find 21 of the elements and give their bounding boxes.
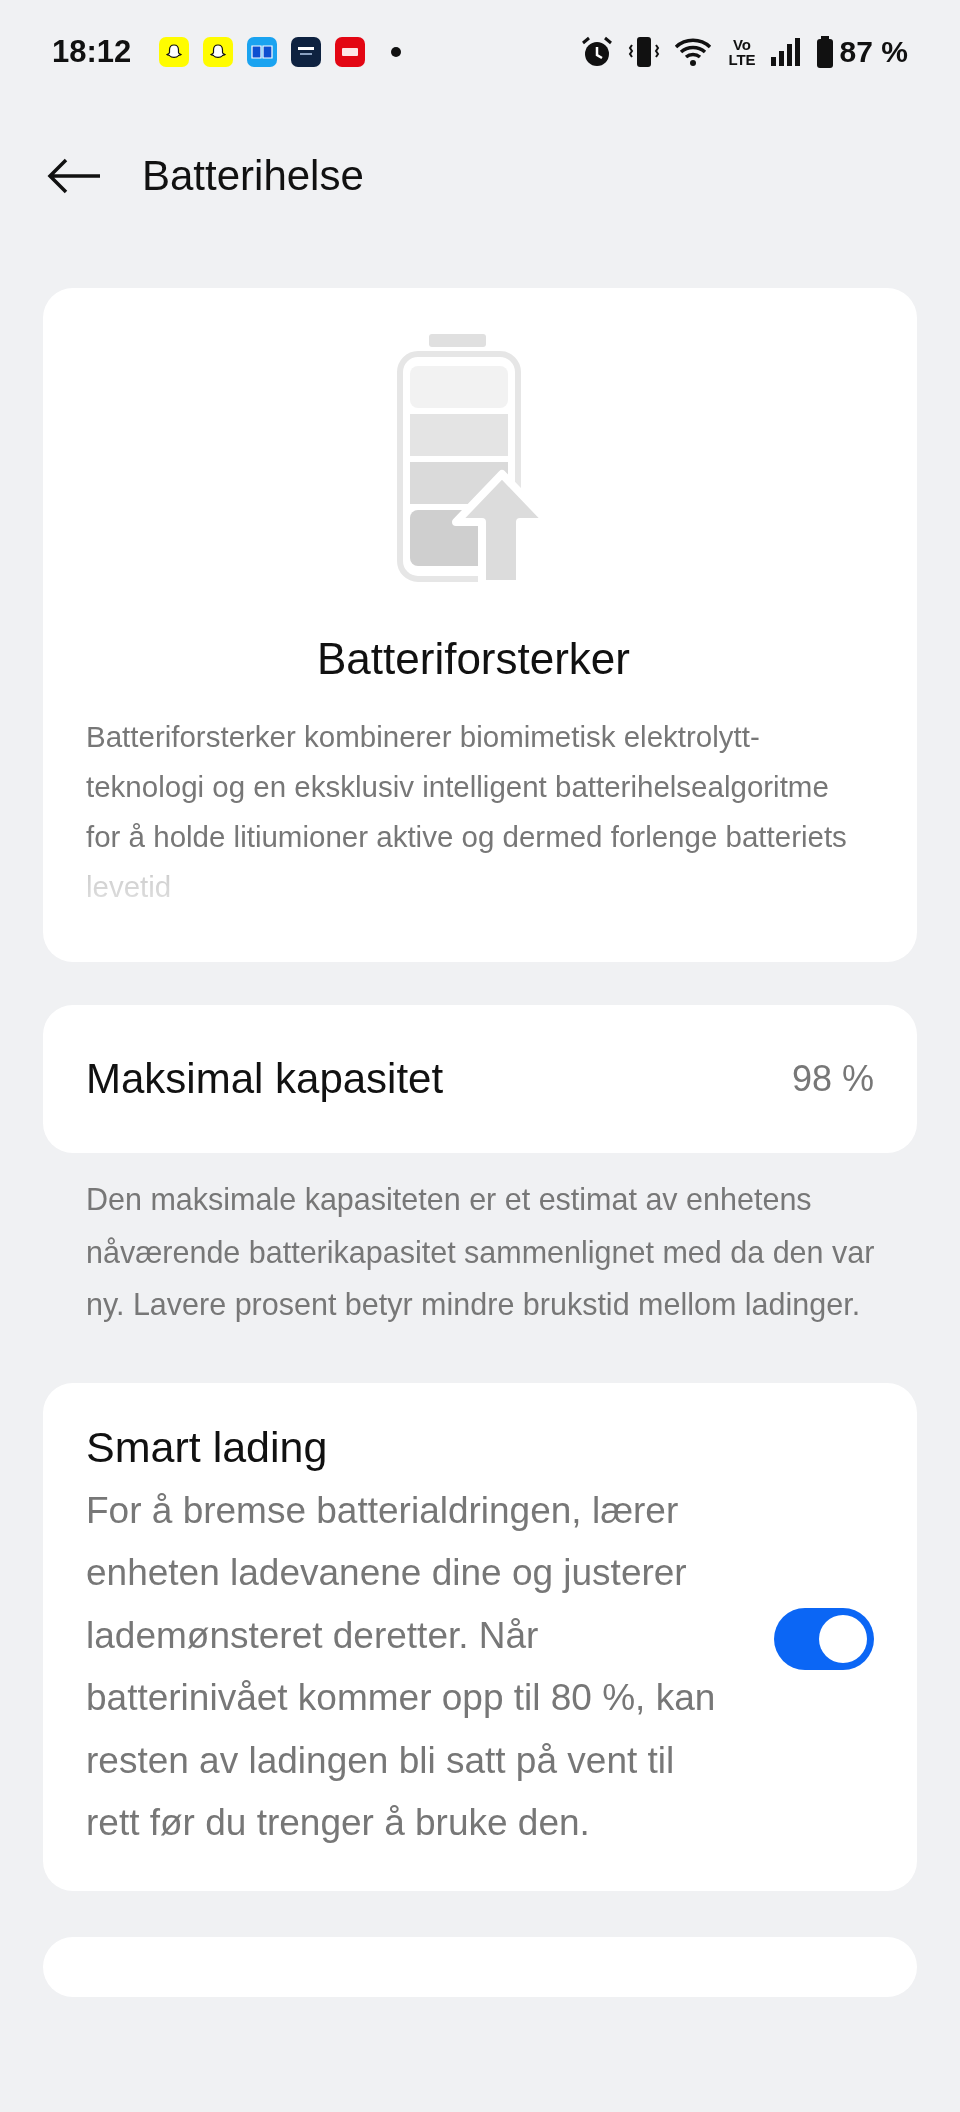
- page-title: Batterihelse: [142, 152, 364, 200]
- smart-charging-title: Smart lading: [86, 1422, 329, 1472]
- ghost-app-icon: [203, 37, 234, 67]
- capacity-value: 98 %: [791, 1058, 874, 1100]
- book-app-icon: [247, 37, 278, 67]
- booster-title: Batteriforsterker: [317, 634, 630, 684]
- clock-time: 18:12: [52, 34, 132, 70]
- vibrate-icon: [628, 35, 661, 69]
- volte-indicator: Vo LTE: [728, 37, 756, 67]
- signal-icon: [769, 37, 802, 67]
- alarm-icon: [580, 35, 615, 69]
- capacity-label: Maksimal kapasitet: [86, 1055, 444, 1103]
- capacity-note: Den maksimale kapasiteten er et estimat av enhetens nåværende batterikapasitet sammenlignet med da den var ny. Lavere prosent betyr mindre brukstid mellom ladinger.: [86, 1181, 876, 1324]
- news-app-icon: [335, 37, 366, 67]
- back-icon[interactable]: [46, 156, 102, 196]
- ghost-app-icon: [159, 37, 190, 67]
- battery-icon: [815, 36, 834, 68]
- radio-app-icon: [291, 37, 322, 67]
- notification-dot: [391, 47, 402, 57]
- battery-percentage: 87 %: [839, 35, 908, 69]
- smart-charging-description: For å bremse batterialdringen, lærer enheten ladevanene dine og justerer lademønsteret deretter. Når batterinivået kommer opp til 80 %, kan resten av ladingen bli satt på vent til rett før du trenger å bruke den.: [86, 1488, 717, 1845]
